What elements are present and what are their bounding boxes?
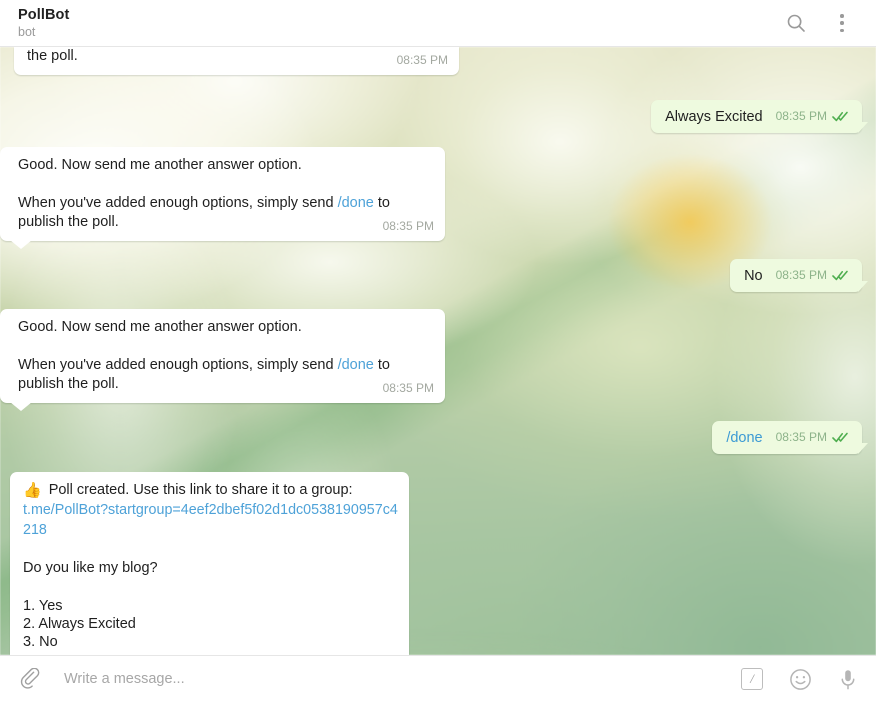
telegram-chat-window: PollBot bot the poll. 08:35 PM Always Ex…: [0, 0, 876, 702]
chat-header-titles[interactable]: PollBot bot: [18, 7, 784, 40]
done-command-link[interactable]: /done: [338, 195, 374, 211]
poll-created-bubble[interactable]: 👍 Poll created. Use this link to share i…: [10, 472, 409, 655]
incoming-message-bubble[interactable]: Good. Now send me another answer option.…: [0, 309, 445, 411]
chat-title: PollBot: [18, 6, 70, 23]
outgoing-message-bubble[interactable]: /done 08:35 PM: [712, 421, 868, 454]
done-command-link[interactable]: /done: [338, 357, 374, 373]
poll-option: 1. Yes: [23, 598, 63, 614]
search-icon[interactable]: [784, 11, 808, 35]
message-text: the poll.: [27, 48, 78, 64]
message-input[interactable]: [48, 671, 726, 687]
poll-options-list: 1. Yes 2. Always Excited 3. No: [23, 597, 398, 651]
incoming-message-bubble[interactable]: the poll. 08:35 PM: [14, 47, 459, 75]
message-text: No: [744, 268, 763, 284]
thumbs-up-icon: 👍: [23, 482, 42, 499]
poll-created-header: 👍 Poll created. Use this link to share i…: [23, 481, 398, 500]
message-time: 08:35 PM: [382, 381, 434, 395]
message-row: 👍 Poll created. Use this link to share i…: [10, 472, 862, 655]
poll-question: Do you like my blog?: [23, 560, 158, 576]
message-list: the poll. 08:35 PM Always Excited 08:35 …: [0, 47, 876, 655]
message-row: /done 08:35 PM: [14, 421, 868, 454]
message-meta: 08:35 PM: [397, 51, 448, 70]
message-row: Always Excited 08:35 PM: [14, 100, 868, 133]
message-text: Good. Now send me another answer option.: [18, 319, 302, 335]
message-meta: 08:35 PM: [776, 428, 849, 447]
chat-subtitle: bot: [18, 24, 36, 39]
message-time: 08:35 PM: [382, 219, 434, 233]
smiley-icon[interactable]: [788, 667, 812, 691]
message-text: Good. Now send me another answer option.: [18, 157, 302, 173]
read-receipt-double-check-icon: [832, 111, 849, 122]
paperclip-icon[interactable]: [14, 662, 48, 696]
poll-share-link[interactable]: t.me/PollBot?startgroup=4eef2dbef5f02d1d…: [23, 500, 398, 540]
chat-header: PollBot bot: [0, 0, 876, 47]
poll-option: 3. No: [23, 634, 58, 650]
message-meta: 08:35 PM: [776, 107, 849, 126]
message-meta: 08:35 PM: [383, 217, 434, 236]
message-paragraph: Good. Now send me another answer option.: [18, 156, 434, 175]
message-time: 08:35 PM: [775, 430, 827, 444]
incoming-message-bubble[interactable]: Good. Now send me another answer option.…: [0, 147, 445, 249]
outgoing-message-bubble[interactable]: Always Excited 08:35 PM: [651, 100, 868, 133]
message-text: Always Excited: [665, 109, 763, 125]
outgoing-message-bubble[interactable]: No 08:35 PM: [730, 259, 868, 292]
message-meta: 08:35 PM: [776, 266, 849, 285]
message-text-before: When you've added enough options, simply…: [18, 357, 338, 373]
message-composer: /: [0, 655, 876, 702]
message-meta: 08:35 PM: [383, 379, 434, 398]
message-time: 08:35 PM: [775, 268, 827, 282]
slash-command-icon[interactable]: /: [740, 667, 764, 691]
message-time: 08:35 PM: [775, 109, 827, 123]
microphone-icon[interactable]: [836, 667, 860, 691]
message-paragraph: When you've added enough options, simply…: [18, 356, 434, 395]
read-receipt-double-check-icon: [832, 432, 849, 443]
slash-command-glyph: /: [741, 668, 763, 690]
message-paragraph: Good. Now send me another answer option.: [18, 318, 434, 337]
message-paragraph: When you've added enough options, simply…: [18, 194, 434, 233]
message-row: the poll. 08:35 PM: [14, 47, 862, 75]
composer-actions: /: [726, 667, 860, 691]
message-text: /done: [726, 430, 763, 446]
message-text-before: When you've added enough options, simply…: [18, 195, 338, 211]
message-time: 08:35 PM: [396, 53, 448, 67]
message-row: No 08:35 PM: [14, 259, 868, 292]
poll-created-text: Poll created. Use this link to share it …: [48, 482, 353, 498]
menu-dots: [840, 14, 844, 32]
read-receipt-double-check-icon: [832, 270, 849, 281]
more-vertical-icon[interactable]: [830, 11, 854, 35]
poll-option: 2. Always Excited: [23, 616, 136, 632]
message-row: Good. Now send me another answer option.…: [0, 309, 862, 411]
chat-scroll-area[interactable]: the poll. 08:35 PM Always Excited 08:35 …: [0, 47, 876, 655]
message-row: Good. Now send me another answer option.…: [0, 147, 862, 249]
header-actions: [784, 11, 862, 35]
